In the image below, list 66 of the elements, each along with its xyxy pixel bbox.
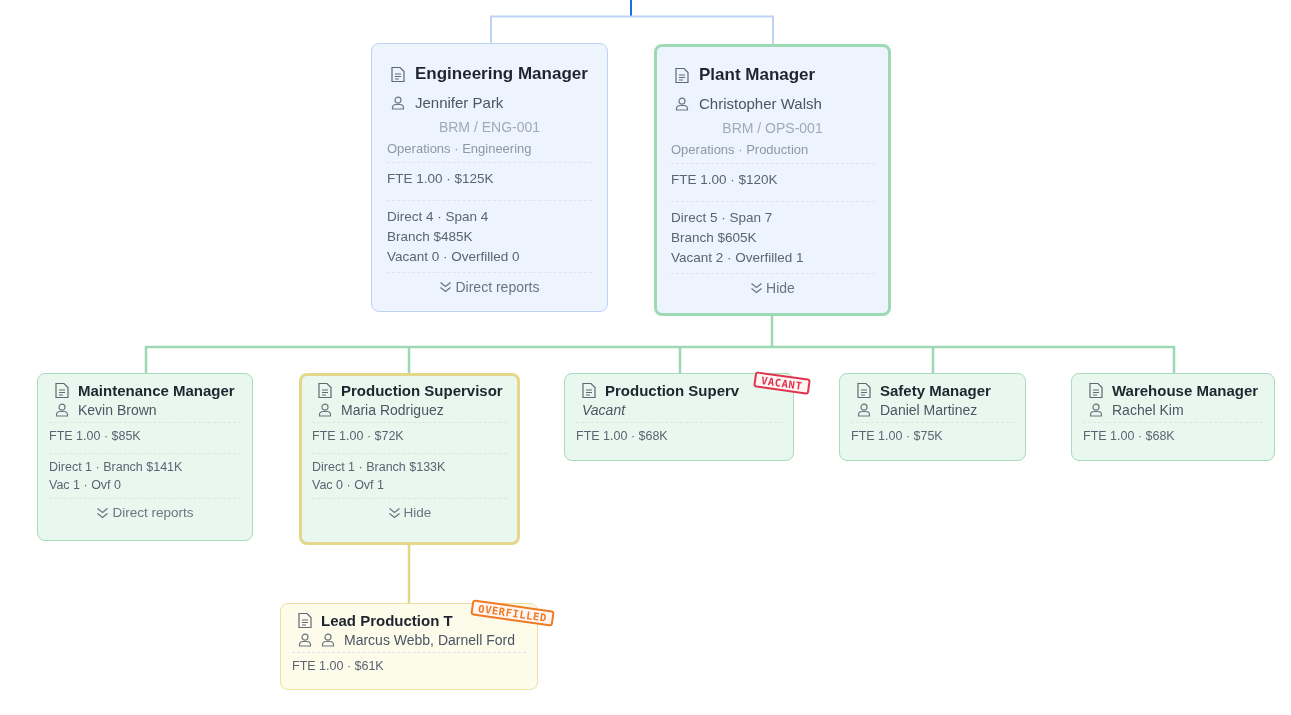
position-card[interactable]: Warehouse Manager Rachel Kim FTE 1.00 · $68K — [1071, 373, 1275, 461]
stat-line: Branch $605K — [671, 230, 758, 245]
position-title: Engineering Manager — [415, 64, 588, 84]
person-icon — [55, 403, 69, 417]
person-icon — [675, 96, 689, 111]
stat-line: Vacant 2 · Overfilled 1 — [671, 250, 805, 265]
person-icon — [318, 403, 332, 417]
employee-name: Christopher Walsh — [699, 95, 822, 112]
employee-name: Daniel Martinez — [880, 402, 978, 418]
position-card[interactable]: Engineering Manager Jennifer Park BRM / ENG-001 Operations · Engineering FTE 1.00 · $125K Direct 4 · Span 4 Branch $485K Vacant 0 · Overfilled 0 Direct reports — [371, 43, 608, 312]
stat-line: Direct 1 · Branch $133K — [312, 460, 447, 474]
stat-line: Vac 0 · Ovf 1 — [312, 478, 385, 492]
document-icon — [1089, 382, 1103, 399]
reports-toggle[interactable]: Hide — [383, 503, 436, 522]
double-chevron-icon — [439, 281, 453, 293]
document-icon — [391, 65, 405, 83]
position-title: Lead Production T — [321, 612, 453, 629]
stat-line: FTE 1.00 · $61K — [292, 659, 385, 673]
vacant-label: Vacant — [582, 402, 626, 418]
document-icon — [55, 382, 69, 399]
position-title: Maintenance Manager — [78, 382, 235, 399]
stat-line: FTE 1.00 · $85K — [49, 429, 142, 443]
employee-name: Kevin Brown — [78, 402, 157, 418]
employee-name: Rachel Kim — [1112, 402, 1184, 418]
position-card[interactable]: Maintenance Manager Kevin Brown FTE 1.00 · $85K Direct 1 · Branch $141K Vac 1 · Ovf 0 Direct reports — [37, 373, 253, 541]
stat-line: Direct 1 · Branch $141K — [49, 460, 184, 474]
stat-line: Direct 4 · Span 4 — [387, 209, 490, 224]
person-icon — [857, 403, 871, 417]
reports-toggle[interactable]: Hide — [746, 278, 799, 298]
stat-line: Vacant 0 · Overfilled 0 — [387, 249, 521, 264]
position-card[interactable]: Safety Manager Daniel Martinez FTE 1.00 · $75K — [839, 373, 1026, 461]
reports-toggle[interactable]: Direct reports — [435, 277, 544, 297]
position-title: Plant Manager — [699, 65, 816, 85]
person-icon — [1089, 403, 1103, 417]
position-title: Safety Manager — [880, 382, 991, 399]
position-title: Production Supervisor — [341, 382, 503, 399]
stat-line: FTE 1.00 · $68K — [1083, 429, 1176, 443]
document-icon — [298, 612, 312, 629]
stat-line: FTE 1.00 · $75K — [851, 429, 944, 443]
document-icon — [857, 382, 871, 399]
stat-line: Branch $485K — [387, 229, 474, 244]
double-chevron-icon — [750, 282, 764, 294]
position-code: BRM / ENG-001 — [437, 119, 542, 135]
employee-name: Jennifer Park — [415, 94, 504, 111]
position-card[interactable]: Plant Manager Christopher Walsh BRM / OPS-001 Operations · Production FTE 1.00 · $120K Direct 5 · Span 7 Branch $605K Vacant 2 · Overfilled 1 Hide — [654, 44, 891, 316]
department-path: Operations · Production — [671, 142, 810, 157]
position-card[interactable]: Production Supervisor Maria Rodriguez FTE 1.00 · $72K Direct 1 · Branch $133K Vac 0 · Ovf 1 Hide — [299, 373, 520, 545]
employee-name: Marcus Webb, Darnell Ford — [344, 632, 515, 648]
person-icon — [391, 95, 405, 110]
stat-line: FTE 1.00 · $120K — [671, 172, 779, 187]
stat-line: FTE 1.00 · $72K — [312, 429, 405, 443]
stat-line: FTE 1.00 · $68K — [576, 429, 669, 443]
position-title: Production Superv — [605, 382, 740, 399]
stat-line: Direct 5 · Span 7 — [671, 210, 774, 225]
stat-line: FTE 1.00 · $125K — [387, 171, 495, 186]
double-chevron-icon — [96, 506, 110, 519]
position-title: Warehouse Manager — [1112, 382, 1259, 399]
document-icon — [582, 382, 596, 399]
double-chevron-icon — [387, 506, 401, 519]
document-icon — [318, 382, 332, 399]
position-code: BRM / OPS-001 — [721, 120, 824, 136]
employee-name: Maria Rodriguez — [341, 402, 444, 418]
department-path: Operations · Engineering — [387, 141, 533, 156]
stat-line: Vac 1 · Ovf 0 — [49, 478, 122, 492]
document-icon — [675, 66, 689, 84]
reports-toggle[interactable]: Direct reports — [92, 503, 198, 522]
